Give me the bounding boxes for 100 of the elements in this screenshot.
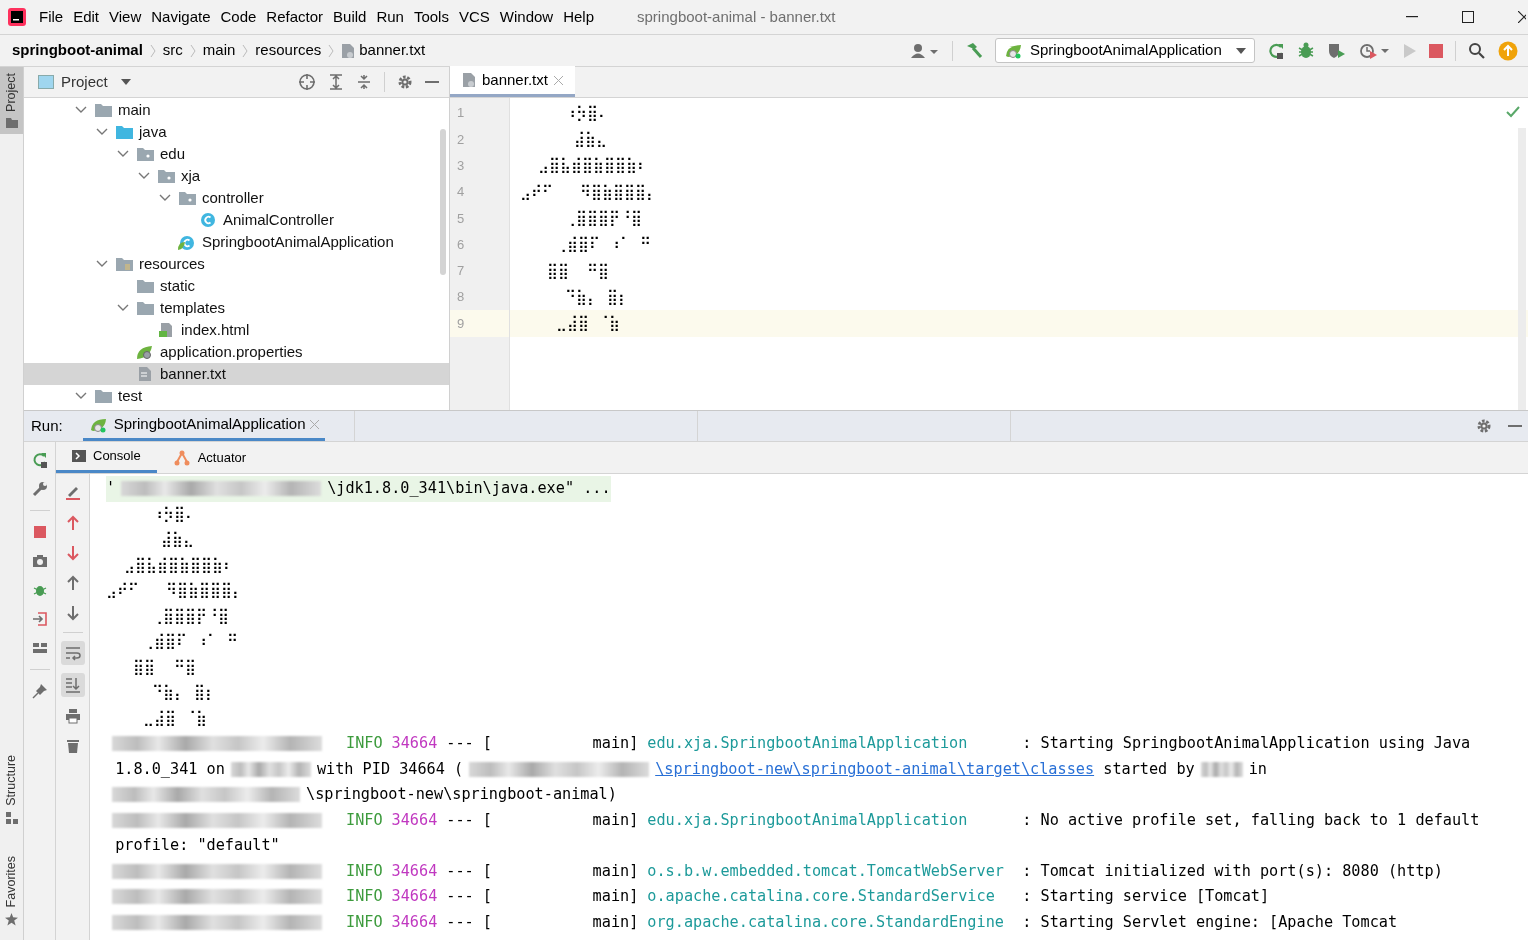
- tree-row[interactable]: AnimalController: [24, 209, 449, 231]
- chevron-right-icon: [189, 43, 196, 58]
- hammer-icon[interactable]: [965, 41, 983, 60]
- menu-item[interactable]: Tools: [408, 5, 454, 29]
- maximize-icon[interactable]: [1462, 11, 1474, 23]
- log-level: INFO: [346, 886, 383, 907]
- class-icon: [200, 212, 216, 228]
- close-icon[interactable]: [1518, 11, 1526, 23]
- expand-all-icon[interactable]: [328, 74, 344, 90]
- collapse-all-icon[interactable]: [356, 74, 372, 90]
- run-configuration-dropdown[interactable]: SpringbootAnimalApplication: [995, 38, 1255, 63]
- breadcrumb-item[interactable]: main: [202, 39, 236, 62]
- chevron-down-icon[interactable]: [75, 106, 87, 114]
- menu-item[interactable]: Code: [215, 5, 262, 29]
- thread-name: --- [ main]: [446, 809, 639, 831]
- down-arrow-icon[interactable]: [64, 545, 81, 561]
- tree-row[interactable]: banner.txt: [24, 363, 449, 385]
- log-level: INFO: [346, 809, 383, 831]
- tool-window-tab[interactable]: Favorites: [0, 849, 23, 932]
- stop-icon[interactable]: [31, 524, 48, 540]
- tree-row[interactable]: templates: [24, 297, 449, 319]
- pin-icon[interactable]: [31, 683, 48, 699]
- breadcrumb-item[interactable]: springboot-animal: [12, 39, 143, 62]
- scroll-to-end-toggle[interactable]: [60, 673, 85, 697]
- tree-row[interactable]: test: [24, 385, 449, 407]
- code-line: ⠙⣷⡄ ⣿⡆: [564, 286, 630, 308]
- menu-item[interactable]: VCS: [453, 5, 495, 29]
- console-text: ⣠⠞⠋ ⠻⣿⣷⣿⣿⣿⡄: [106, 580, 244, 601]
- chevron-down-icon[interactable]: [117, 150, 129, 158]
- tree-row[interactable]: SpringbootAnimalApplication: [24, 231, 449, 253]
- menu-item[interactable]: Edit: [68, 5, 105, 29]
- tool-window-tab[interactable]: Structure: [0, 748, 23, 830]
- console-text: : No active profile set, falling back to 1 default: [1022, 809, 1480, 831]
- menu-item[interactable]: Refactor: [261, 5, 329, 29]
- chevron-down-icon[interactable]: [117, 304, 129, 312]
- user-dropdown-icon[interactable]: [910, 42, 940, 59]
- wrench-icon[interactable]: [31, 481, 48, 497]
- menu-item[interactable]: Build: [328, 5, 372, 29]
- search-icon[interactable]: [1468, 41, 1486, 60]
- soft-wrap-icon: [64, 645, 81, 661]
- menu-item[interactable]: File: [34, 5, 69, 29]
- tree-row[interactable]: index.html: [24, 319, 449, 341]
- text-file-icon: [138, 366, 152, 382]
- folder-icon: [136, 147, 154, 161]
- tree-row[interactable]: java: [24, 121, 449, 143]
- tree-row[interactable]: edu: [24, 143, 449, 165]
- trash-icon[interactable]: [64, 738, 81, 754]
- locate-icon[interactable]: [298, 73, 316, 91]
- tree-row[interactable]: xja: [24, 165, 449, 187]
- exit-icon[interactable]: [31, 611, 48, 627]
- tree-row[interactable]: main: [24, 99, 449, 121]
- print-icon[interactable]: [64, 708, 81, 724]
- coverage-shield-icon[interactable]: [1327, 41, 1347, 60]
- path-link[interactable]: \springboot-new\springboot-animal\target\classes: [655, 756, 1095, 782]
- menu-item[interactable]: Run: [371, 5, 409, 29]
- stop-icon[interactable]: [1429, 43, 1443, 58]
- chevron-down-icon[interactable]: [138, 172, 150, 180]
- menu-item[interactable]: Window: [494, 5, 559, 29]
- close-tab-icon[interactable]: [553, 75, 563, 85]
- rerun-icon[interactable]: [1267, 41, 1285, 60]
- minimize-icon[interactable]: [1406, 16, 1418, 18]
- console-text: : Starting SpringbootAnimalApplication using Java: [1022, 733, 1471, 754]
- scrollbar-thumb[interactable]: [440, 129, 446, 275]
- chevron-down-icon[interactable]: [96, 128, 108, 136]
- breadcrumb-item[interactable]: resources: [255, 39, 322, 62]
- menu-item[interactable]: View: [104, 5, 147, 29]
- run-label: Run:: [30, 415, 64, 436]
- tree-row[interactable]: controller: [24, 187, 449, 209]
- code-line: ⢀⣾⣿⠏ ⠰⠁ ⠛: [555, 234, 652, 256]
- breadcrumb-item[interactable]: src: [162, 39, 183, 62]
- debug-bug-icon[interactable]: [1297, 41, 1315, 60]
- chevron-down-icon[interactable]: [75, 392, 87, 400]
- breadcrumb-item[interactable]: banner.txt: [341, 39, 426, 62]
- settings-icon[interactable]: [397, 74, 413, 90]
- menu-item[interactable]: Help: [558, 5, 600, 29]
- app-logo-icon: [7, 7, 27, 27]
- rerun-icon[interactable]: [31, 452, 48, 468]
- down-arrow-icon[interactable]: [64, 605, 81, 621]
- tree-row[interactable]: application.properties: [24, 341, 449, 363]
- tree-row[interactable]: resources: [24, 253, 449, 275]
- chevron-down-icon[interactable]: [159, 194, 171, 202]
- chevron-down-icon[interactable]: [96, 260, 108, 268]
- editor-tab[interactable]: banner.txt: [450, 66, 575, 97]
- settings-icon[interactable]: [1476, 418, 1492, 434]
- menu-item[interactable]: Navigate: [146, 5, 216, 29]
- tree-row[interactable]: static: [24, 275, 449, 297]
- profiler-icon[interactable]: [1359, 41, 1391, 60]
- clear-pen-icon[interactable]: [64, 485, 81, 501]
- console-tab[interactable]: Actuator: [156, 442, 263, 473]
- soft-wrap-toggle[interactable]: [60, 641, 85, 665]
- console-text: ⣿⣿ ⠛⣿: [132, 656, 196, 678]
- layout-icon[interactable]: [31, 640, 48, 656]
- console-text: ⣼⣷⣄: [159, 529, 194, 550]
- chevron-right-icon: [328, 43, 335, 58]
- console-text: ': [106, 478, 116, 499]
- camera-icon[interactable]: [31, 553, 48, 569]
- thread-name: --- [ main]: [446, 733, 639, 754]
- code-line: ⣠⠞⠋ ⠻⣿⣷⣿⣿⣿⡄: [520, 181, 658, 203]
- tool-window-tab[interactable]: Project: [0, 67, 23, 134]
- project-view-dropdown[interactable]: Project: [38, 70, 131, 94]
